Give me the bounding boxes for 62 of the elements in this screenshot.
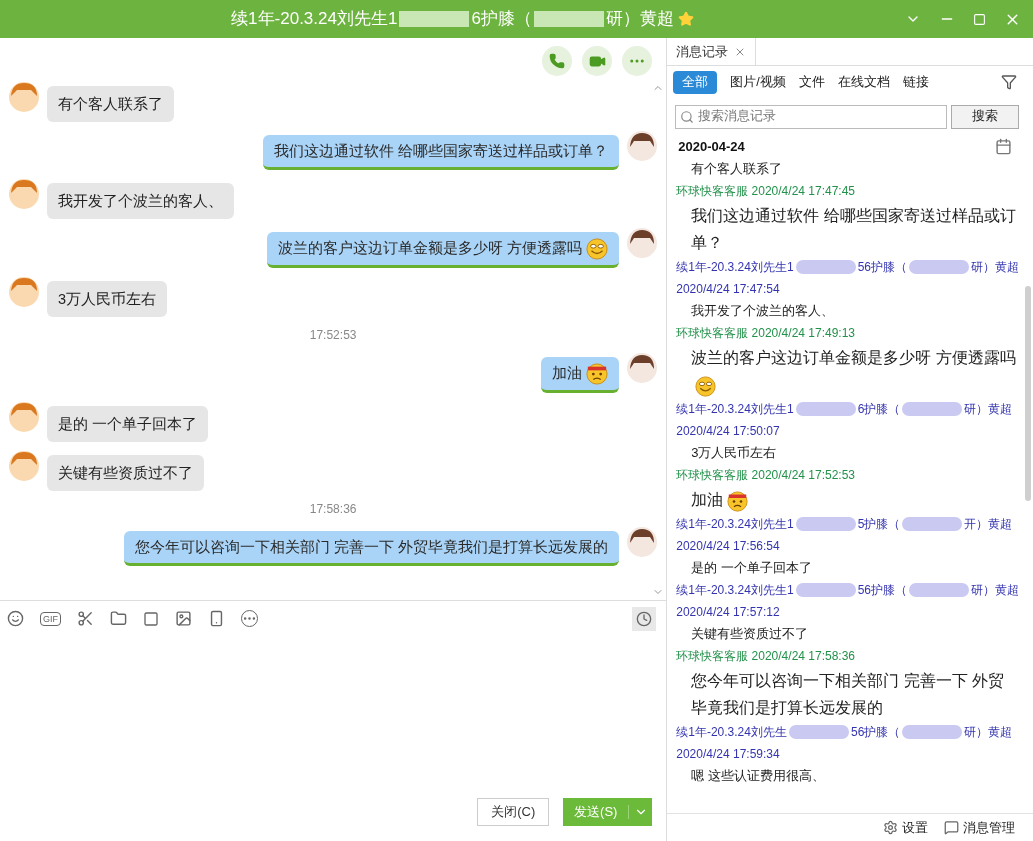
message-text: 您今年可以咨询一下相关部门 完善一下 外贸毕竟我们是打算长远发展的 bbox=[690, 671, 1005, 719]
sender-name: 续1年-20.3.24刘先生1 bbox=[676, 516, 794, 534]
history-tab[interactable]: 消息记录 bbox=[667, 38, 757, 65]
message-text: 加油 bbox=[676, 486, 1019, 514]
search-field[interactable]: 搜索消息记录 bbox=[675, 104, 947, 129]
filter-tab[interactable]: 文件 bbox=[798, 71, 825, 94]
message-text: 我开发了个波兰的客人、 bbox=[690, 302, 836, 321]
sender-name: 56护膝（ bbox=[850, 724, 901, 742]
settings-button[interactable]: 设置 bbox=[883, 817, 928, 838]
filter-tab[interactable]: 图片/视频 bbox=[730, 71, 786, 94]
message-bubble: 关键有些资质过不了 bbox=[47, 455, 204, 492]
sender-name: 研）黄超 bbox=[964, 401, 1013, 419]
message-text: 波兰的客户这边订单金额是多少呀 方便透露吗 bbox=[676, 344, 1019, 399]
message-text: 有个客人联系了 bbox=[690, 160, 784, 179]
filter-tab[interactable]: 全部 bbox=[673, 71, 718, 94]
window-title: 6护膝（ bbox=[471, 8, 532, 31]
message-bubble: 3万人民币左右 bbox=[47, 281, 168, 318]
message-text: 嗯 这些认证费用很高、 bbox=[690, 767, 826, 786]
filter-tab[interactable]: 在线文档 bbox=[837, 71, 890, 94]
timestamp: 17:58:36 bbox=[309, 501, 357, 519]
message-header: 环球快客客服 2020/4/24 17:47:45 bbox=[676, 183, 857, 201]
message-time: 2020/4/24 17:50:07 bbox=[676, 423, 781, 441]
message-text: 3万人民币左右 bbox=[690, 444, 778, 463]
sender-name: 56护膝（ bbox=[857, 582, 907, 600]
message-bubble: 有个客人联系了 bbox=[47, 86, 174, 122]
sender-name: 续1年-20.3.24刘先生1 bbox=[676, 401, 794, 419]
message-header: 环球快客客服 2020/4/24 17:49:13 bbox=[676, 325, 857, 343]
message-text: 是的 一个单子回本了 bbox=[690, 559, 813, 578]
message-bubble: 加油 bbox=[541, 357, 620, 394]
search-input[interactable]: 搜索消息记录 bbox=[698, 107, 942, 127]
message-header: 环球快客客服 2020/4/24 17:58:36 bbox=[676, 648, 857, 666]
message-manager-button[interactable]: 消息管理 bbox=[944, 817, 1015, 838]
sender-name: 续1年-20.3.24刘先生1 bbox=[676, 259, 794, 277]
sender-name: 续1年-20.3.24刘先生1 bbox=[676, 582, 794, 600]
message-header: 环球快客客服 2020/4/24 17:52:53 bbox=[676, 467, 857, 485]
timestamp: 17:52:53 bbox=[309, 327, 357, 345]
message-bubble: 我开发了个波兰的客人、 bbox=[47, 183, 234, 219]
filter-tab[interactable]: 链接 bbox=[902, 71, 929, 94]
sender-name: 研）黄超 bbox=[964, 724, 1013, 742]
message-time: 2020/4/24 17:56:54 bbox=[676, 538, 781, 556]
sender-name: 开）黄超 bbox=[964, 516, 1013, 534]
message-time: 2020/4/24 17:59:34 bbox=[676, 746, 781, 764]
close-button[interactable]: 关闭(C) bbox=[477, 798, 550, 826]
sender-name: 5护膝（ bbox=[857, 516, 901, 534]
gif-button[interactable]: GIF bbox=[40, 611, 61, 626]
sender-name: 研）黄超 bbox=[971, 259, 1019, 277]
message-time: 2020/4/24 17:47:54 bbox=[676, 281, 781, 299]
sender-name: 6护膝（ bbox=[857, 401, 901, 419]
message-bubble: 我们这边通过软件 给哪些国家寄送过样品或订单？ bbox=[263, 135, 620, 170]
message-text: 关键有些资质过不了 bbox=[690, 625, 810, 644]
date-heading: 2020-04-24 bbox=[678, 137, 745, 156]
message-bubble: 是的 一个单子回本了 bbox=[47, 406, 209, 443]
message-bubble: 波兰的客户这边订单金额是多少呀 方便透露吗 bbox=[267, 232, 620, 269]
window-title: 续1年-20.3.24刘先生1 bbox=[231, 8, 398, 31]
sender-name: 56护膝（ bbox=[857, 259, 907, 277]
search-button[interactable]: 搜索 bbox=[951, 104, 1019, 129]
window-title: 研）黄超 bbox=[605, 8, 674, 31]
sender-name: 续1年-20.3.24刘先生 bbox=[676, 724, 787, 742]
sender-name: 研）黄超 bbox=[971, 582, 1019, 600]
message-text: 我们这边通过软件 给哪些国家寄送过样品或订单？ bbox=[690, 206, 1017, 254]
message-bubble: 您今年可以咨询一下相关部门 完善一下 外贸毕竟我们是打算长远发展的 bbox=[124, 531, 620, 567]
message-time: 2020/4/24 17:57:12 bbox=[676, 604, 781, 622]
